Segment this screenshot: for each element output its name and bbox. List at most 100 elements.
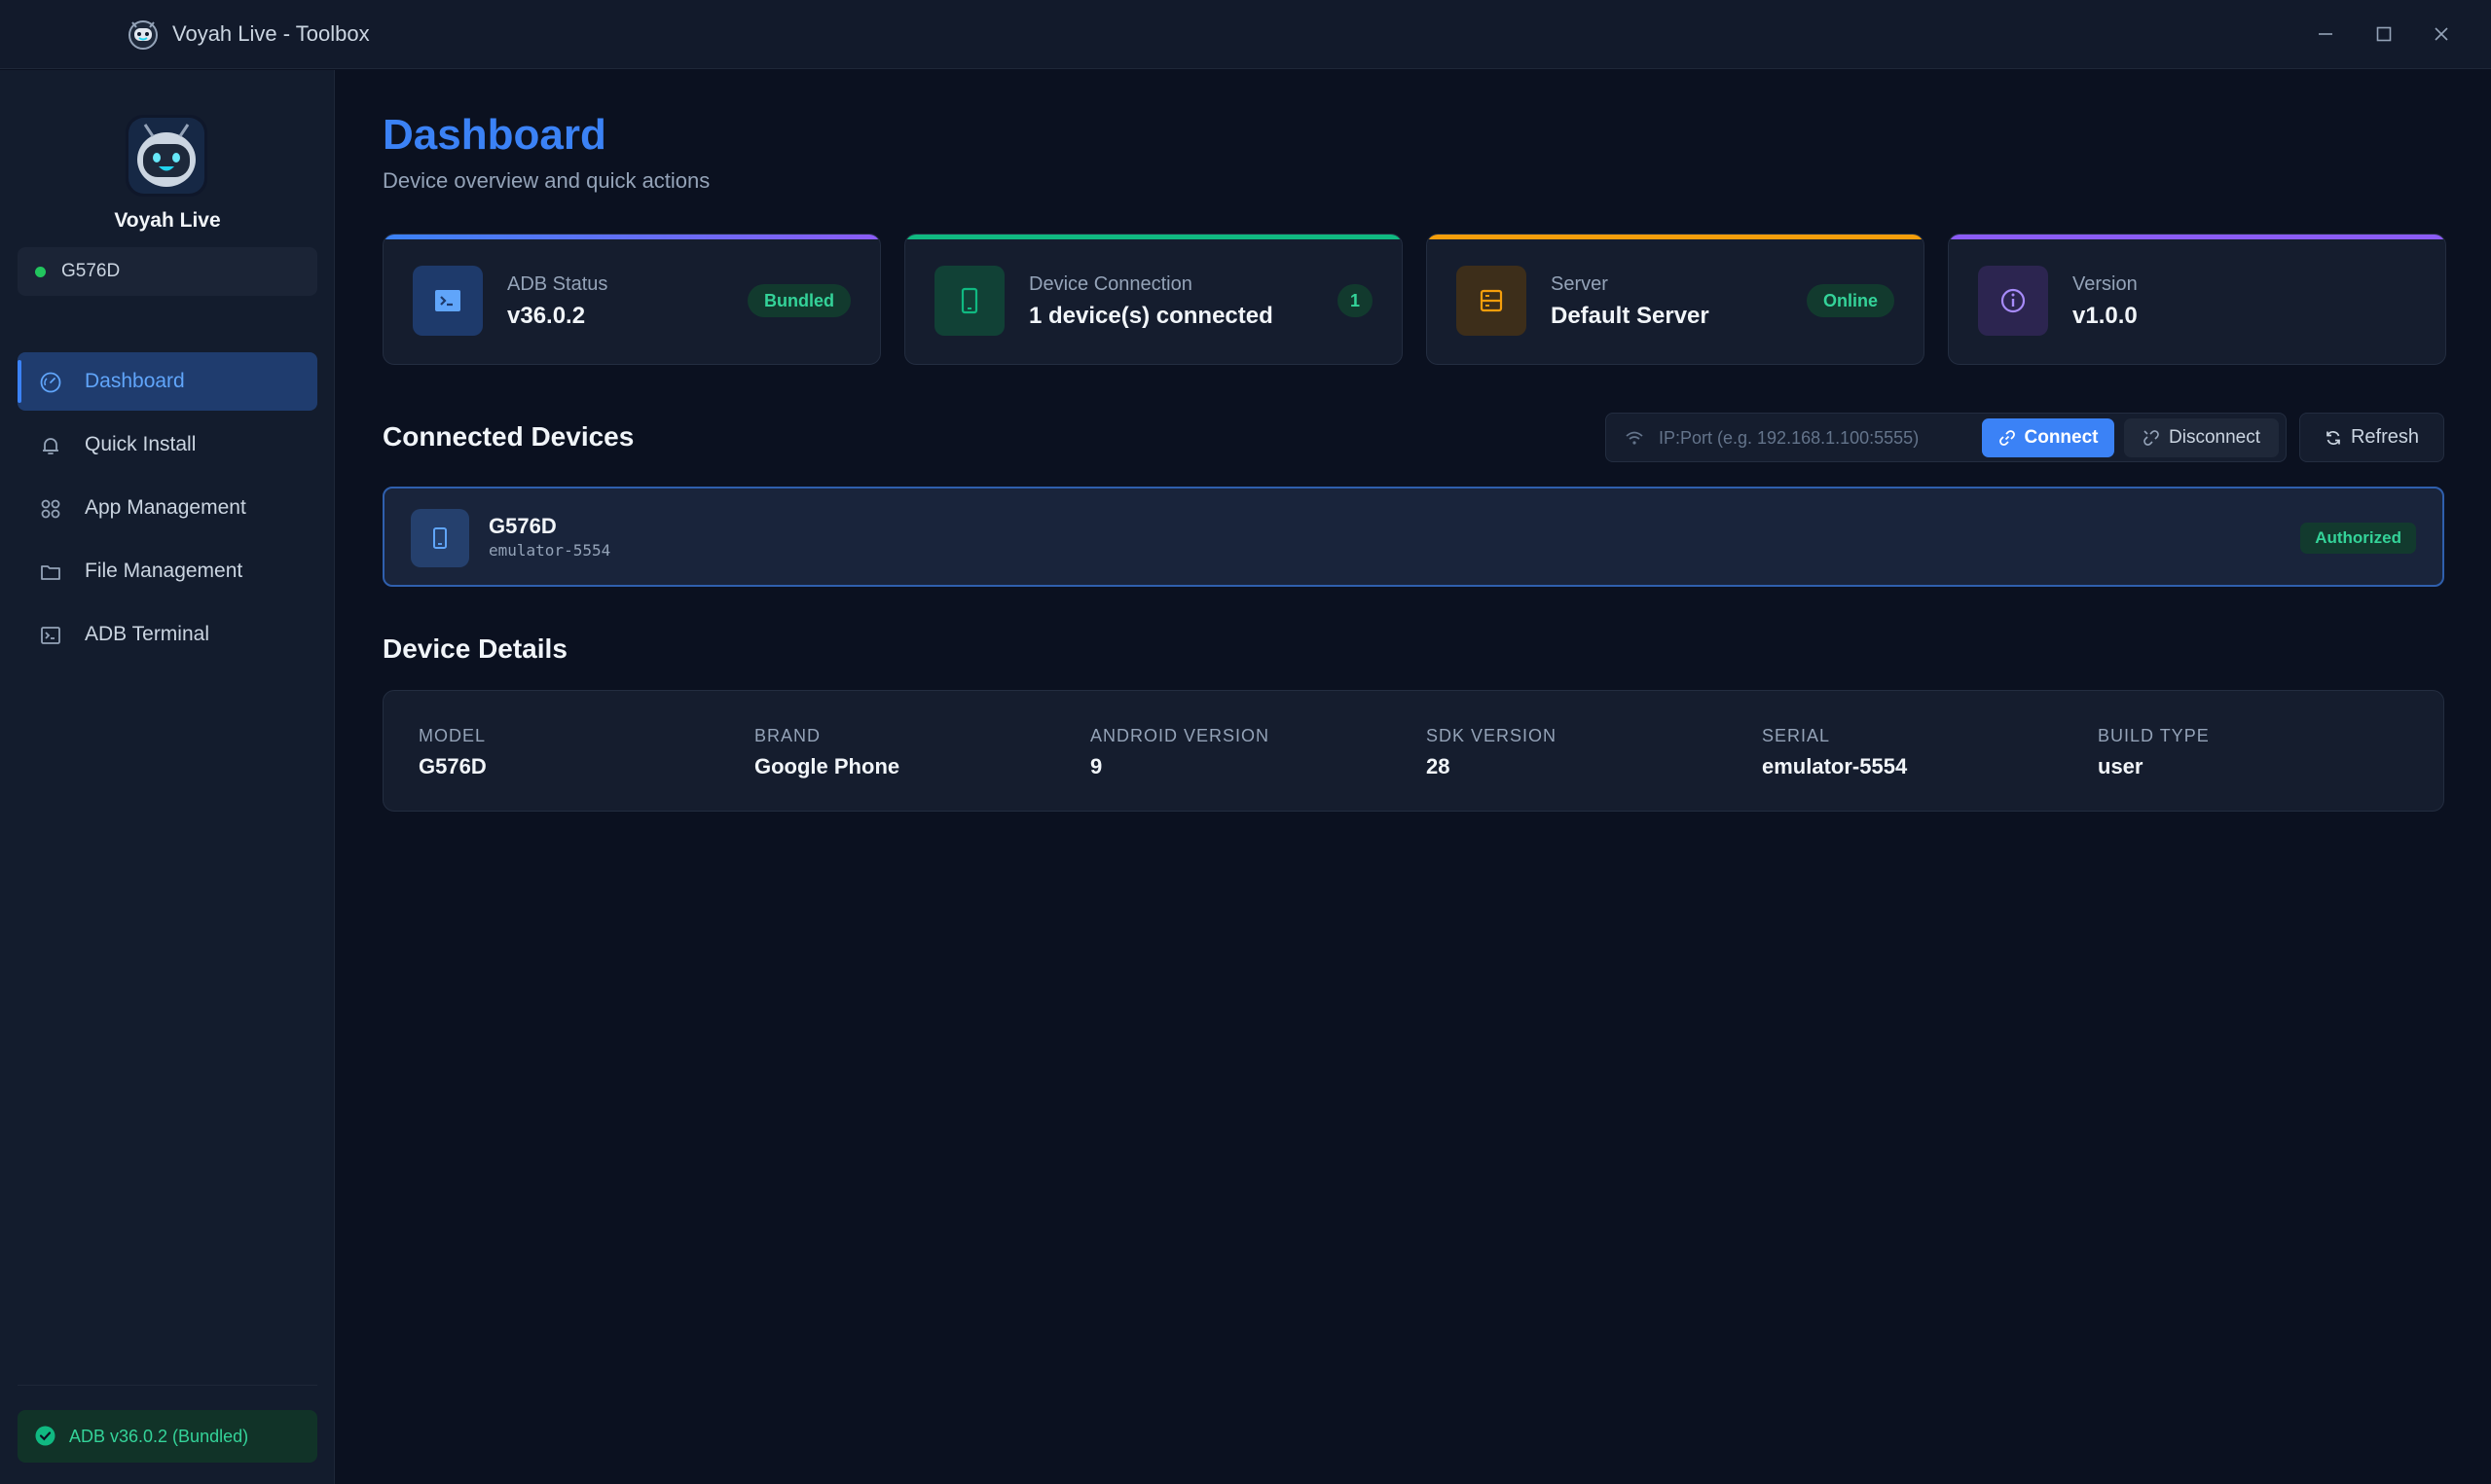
card-accent-line bbox=[384, 235, 880, 239]
maximize-icon bbox=[2376, 26, 2392, 42]
stat-label: ADB Status bbox=[507, 273, 608, 295]
status-dot bbox=[35, 267, 46, 277]
sidebar-item-dashboard[interactable]: Dashboard bbox=[18, 352, 317, 411]
title-bar: Voyah Live - Toolbox bbox=[0, 0, 2491, 69]
sidebar-item-adb-terminal[interactable]: ADB Terminal bbox=[18, 605, 317, 664]
close-icon bbox=[2435, 27, 2448, 41]
refresh-button[interactable]: Refresh bbox=[2299, 413, 2444, 462]
device-serial: emulator-5554 bbox=[489, 541, 611, 560]
detail-android-version: ANDROID VERSION 9 bbox=[1090, 726, 1269, 779]
check-circle-icon bbox=[35, 1426, 55, 1446]
stat-label: Server bbox=[1551, 273, 1608, 295]
bell-icon bbox=[43, 438, 58, 454]
sidebar-item-app-management[interactable]: App Management bbox=[18, 479, 317, 537]
link-icon bbox=[1998, 430, 2015, 446]
robot-logo-icon bbox=[128, 20, 158, 50]
sidebar-divider bbox=[18, 1385, 317, 1386]
server-icon bbox=[1480, 289, 1503, 312]
detail-value: 9 bbox=[1090, 754, 1103, 778]
adb-status-label: ADB v36.0.2 (Bundled) bbox=[69, 1427, 249, 1446]
wireless-connect-bar: Connect Disconnect bbox=[1605, 413, 2287, 462]
stat-card-adb-status: ADB Status v36.0.2 Bundled bbox=[383, 234, 881, 365]
status-badge: Bundled bbox=[748, 284, 851, 317]
stat-icon-box bbox=[934, 266, 1005, 336]
apps-grid-icon bbox=[41, 499, 60, 519]
detail-key: MODEL bbox=[419, 726, 487, 745]
detail-key: ANDROID VERSION bbox=[1090, 726, 1270, 745]
gauge-icon bbox=[40, 372, 61, 393]
device-icon-box bbox=[411, 509, 469, 567]
stat-card-device-connection: Device Connection 1 device(s) connected … bbox=[904, 234, 1403, 365]
stat-value: 1 device(s) connected bbox=[1029, 303, 1273, 329]
device-selector[interactable]: G576D bbox=[18, 247, 317, 296]
phone-icon bbox=[961, 287, 978, 314]
stat-value: v1.0.0 bbox=[2072, 303, 2138, 329]
detail-key: BUILD TYPE bbox=[2098, 726, 2210, 745]
sidebar-item-label: ADB Terminal bbox=[85, 623, 209, 645]
stat-icon-box bbox=[413, 266, 483, 336]
detail-serial: SERIAL emulator-5554 bbox=[1762, 726, 1907, 779]
unlink-icon bbox=[2143, 430, 2159, 446]
card-accent-line bbox=[1949, 235, 2445, 239]
status-badge: Online bbox=[1806, 284, 1894, 317]
maximize-button[interactable] bbox=[2363, 14, 2405, 54]
stat-card-server: Server Default Server Online bbox=[1426, 234, 1924, 365]
sidebar-item-label: Quick Install bbox=[85, 433, 197, 455]
stat-icon-box bbox=[1456, 266, 1526, 336]
sidebar-item-label: Dashboard bbox=[85, 370, 185, 392]
stat-card-version: Version v1.0.0 bbox=[1948, 234, 2446, 365]
detail-brand: BRAND Google Phone bbox=[754, 726, 899, 779]
disconnect-button[interactable]: Disconnect bbox=[2124, 418, 2279, 457]
detail-sdk-version: SDK VERSION 28 bbox=[1426, 726, 1557, 779]
device-name: G576D bbox=[489, 514, 557, 538]
sidebar-item-label: App Management bbox=[85, 496, 246, 519]
close-button[interactable] bbox=[2420, 14, 2463, 54]
sidebar: Voyah Live G576D Dashboard Quick Install… bbox=[0, 70, 335, 1484]
minimize-icon bbox=[2319, 33, 2332, 35]
info-icon bbox=[2000, 288, 2026, 313]
sidebar-item-label: File Management bbox=[85, 560, 243, 582]
disconnect-label: Disconnect bbox=[2169, 427, 2260, 448]
detail-model: MODEL G576D bbox=[419, 726, 487, 779]
page-subtitle: Device overview and quick actions bbox=[383, 168, 711, 193]
refresh-label: Refresh bbox=[2350, 426, 2420, 448]
stat-value: Default Server bbox=[1551, 303, 1709, 329]
sidebar-item-file-management[interactable]: File Management bbox=[18, 542, 317, 600]
status-badge: Authorized bbox=[2300, 523, 2416, 554]
detail-value: user bbox=[2098, 754, 2143, 778]
stat-label: Device Connection bbox=[1029, 273, 1192, 295]
minimize-button[interactable] bbox=[2304, 14, 2347, 54]
ip-port-input[interactable] bbox=[1659, 421, 1980, 454]
phone-icon bbox=[433, 527, 447, 549]
connect-button[interactable]: Connect bbox=[1982, 418, 2114, 457]
terminal-icon bbox=[435, 290, 460, 311]
wifi-icon bbox=[1626, 431, 1643, 445]
section-title-device-details: Device Details bbox=[383, 633, 568, 664]
detail-value: emulator-5554 bbox=[1762, 754, 1908, 778]
brand-name: Voyah Live bbox=[114, 209, 221, 232]
sidebar-item-quick-install[interactable]: Quick Install bbox=[18, 416, 317, 474]
detail-value: G576D bbox=[419, 754, 487, 778]
adb-status-footer: ADB v36.0.2 (Bundled) bbox=[18, 1410, 317, 1463]
detail-key: SDK VERSION bbox=[1426, 726, 1557, 745]
section-title-connected-devices: Connected Devices bbox=[383, 421, 635, 452]
card-accent-line bbox=[905, 235, 1402, 239]
device-count-badge: 1 bbox=[1337, 284, 1373, 317]
folder-icon bbox=[41, 565, 60, 580]
window-title: Voyah Live - Toolbox bbox=[172, 21, 370, 46]
detail-value: Google Phone bbox=[754, 754, 900, 778]
detail-value: 28 bbox=[1426, 754, 1450, 778]
refresh-icon bbox=[2326, 430, 2340, 445]
page-title: Dashboard bbox=[383, 111, 606, 159]
device-list-item[interactable]: G576D emulator-5554 Authorized bbox=[383, 487, 2444, 587]
terminal-icon bbox=[41, 627, 60, 644]
device-details-card: MODEL G576D BRAND Google Phone ANDROID V… bbox=[383, 690, 2444, 812]
robot-logo-icon bbox=[126, 115, 207, 197]
stat-icon-box bbox=[1978, 266, 2048, 336]
device-selector-label: G576D bbox=[61, 261, 121, 281]
detail-build-type: BUILD TYPE user bbox=[2098, 726, 2210, 779]
connect-label: Connect bbox=[2024, 427, 2099, 448]
card-accent-line bbox=[1427, 235, 1923, 239]
detail-key: SERIAL bbox=[1762, 726, 1831, 745]
detail-key: BRAND bbox=[754, 726, 822, 745]
